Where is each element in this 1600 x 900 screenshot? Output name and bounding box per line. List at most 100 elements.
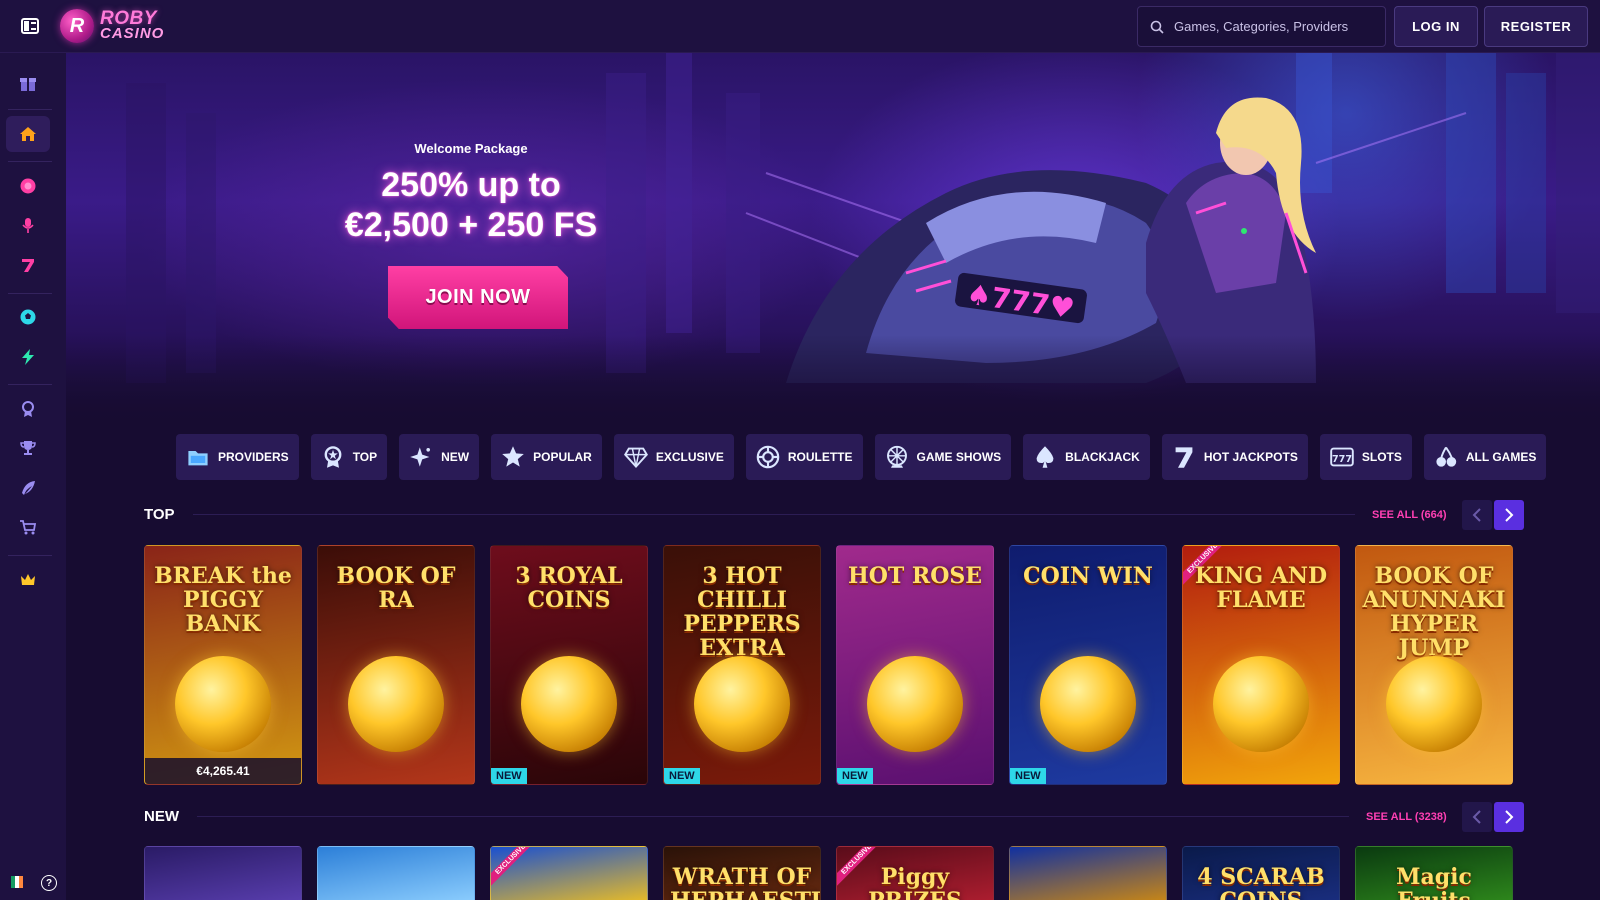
category-top[interactable]: TOP (310, 434, 388, 480)
sidebar-item-game-shows[interactable] (6, 207, 50, 243)
new-badge: NEW (1010, 768, 1046, 784)
game-tile[interactable]: COIN WIN NEW (1009, 545, 1167, 785)
sidebar-item-live-casino[interactable] (6, 168, 50, 204)
sidebar: ? (0, 53, 66, 900)
category-label: SLOTS (1361, 450, 1402, 464)
game-title: 4 SCARAB COINS (1197, 864, 1325, 900)
crown-icon (21, 574, 35, 585)
category-label: PROVIDERS (218, 450, 289, 464)
category-game-shows[interactable]: GAME SHOWS (874, 434, 1012, 480)
new-next-button[interactable] (1494, 802, 1524, 832)
game-tile[interactable]: 3 ROYAL COINS NEW (490, 545, 648, 785)
category-all-games[interactable]: ALL GAMES (1423, 434, 1547, 480)
hero-title: 250% up to €2,500 + 250 FS (326, 165, 616, 245)
casino-chip-icon (20, 178, 36, 194)
game-title: Piggy PRIZES Wand of (868, 864, 962, 900)
logo-line2: CASINO (100, 25, 165, 42)
top-next-button[interactable] (1494, 500, 1524, 530)
hero-kicker: Welcome Package (414, 141, 528, 156)
category-blackjack[interactable]: BLACKJACK (1023, 434, 1150, 480)
top-prev-button[interactable] (1462, 500, 1492, 530)
hero-banner: ♠777♥ Welcome Package 250% up to €2,500 … (66, 53, 1600, 425)
hero-title-line2: €2,500 + 250 FS (344, 206, 598, 244)
sidebar-item-virtual[interactable] (6, 339, 50, 375)
award-icon (22, 401, 34, 417)
language-flag-icon[interactable] (11, 876, 23, 888)
feather-icon (22, 481, 35, 495)
game-tile[interactable]: EXCLUSIVE KING AND FLAME (1182, 545, 1340, 785)
category-label: GAME SHOWS (916, 450, 1002, 464)
game-tile[interactable]: BOOK OF ANUNNAKI HYPER JUMP (1355, 545, 1513, 785)
login-button[interactable]: LOG IN (1394, 6, 1478, 47)
see-all-top-link[interactable]: SEE ALL (664) (1372, 509, 1447, 521)
sidebar-item-shop[interactable] (6, 509, 50, 545)
hero-text: Welcome Package 250% up to €2,500 + 250 … (326, 141, 616, 245)
category-roulette[interactable]: ROULETTE (745, 434, 863, 480)
see-all-new-link[interactable]: SEE ALL (3238) (1366, 811, 1447, 823)
sidebar-item-vip[interactable] (6, 562, 50, 598)
category-label: ROULETTE (787, 450, 853, 464)
category-label: ALL GAMES (1465, 450, 1537, 464)
game-tile[interactable]: HOT ROSE NEW (836, 545, 994, 785)
sparkle-icon (410, 447, 431, 467)
category-popular[interactable]: POPULAR (491, 434, 602, 480)
sidebar-item-home[interactable] (6, 116, 50, 152)
game-title: 3 ROYAL COINS (515, 563, 623, 613)
game-tile[interactable] (144, 846, 302, 900)
register-button[interactable]: REGISTER (1484, 6, 1588, 47)
game-tile[interactable]: EXCLUSIVEPiggy PRIZES Wand of (836, 846, 994, 900)
search-input[interactable] (1174, 19, 1374, 34)
category-providers[interactable]: PROVIDERS (176, 434, 299, 480)
sidebar-item-tournaments[interactable] (6, 430, 50, 466)
trophy-icon (20, 441, 36, 455)
search-box[interactable] (1137, 6, 1386, 47)
cherries-icon (1436, 446, 1457, 467)
sidebar-item-loyalty[interactable] (6, 391, 50, 427)
game-tile[interactable]: BREAK the PIGGY BANK €4,265.41 (144, 545, 302, 785)
game-tile[interactable] (317, 846, 475, 900)
logo-badge: R (60, 9, 94, 43)
sidebar-toggle-button[interactable] (0, 0, 60, 53)
join-now-button[interactable]: JOIN NOW (388, 266, 568, 329)
game-art (1213, 656, 1309, 752)
game-tile[interactable]: EXCLUSIVE (490, 846, 648, 900)
sidebar-divider (8, 109, 52, 110)
sidebar-divider (8, 293, 52, 294)
new-prev-button[interactable] (1462, 802, 1492, 832)
sidebar-item-blog[interactable] (6, 470, 50, 506)
game-title: Magic Fruits (1396, 864, 1472, 900)
star-icon (502, 446, 524, 467)
section-divider (197, 816, 1349, 817)
help-icon[interactable]: ? (41, 875, 57, 891)
game-tile[interactable]: Magic Fruits (1355, 846, 1513, 900)
chevron-right-icon (1505, 508, 1514, 522)
game-tile[interactable]: 3 HOT CHILLI PEPPERS EXTRA NEW (663, 545, 821, 785)
soccer-ball-icon (20, 309, 36, 325)
sidebar-item-promotions[interactable] (6, 65, 50, 101)
sidebar-toggle-icon (21, 18, 39, 34)
cart-icon (20, 520, 37, 535)
category-slots[interactable]: 777 SLOTS (1319, 434, 1412, 480)
logo-text: ROBY CASINO (100, 9, 165, 42)
game-tile[interactable] (1009, 846, 1167, 900)
new-badge: NEW (491, 768, 527, 784)
roulette-icon (756, 445, 780, 469)
logo[interactable]: R ROBY CASINO (60, 9, 164, 43)
sidebar-item-sports[interactable] (6, 299, 50, 335)
game-title: BREAK the PIGGY BANK (154, 563, 292, 637)
hero-title-line1: 250% up to (381, 166, 561, 204)
game-tile[interactable]: BOOK OF RA (317, 545, 475, 785)
chevron-left-icon (1472, 508, 1481, 522)
section-divider (193, 514, 1355, 515)
category-new[interactable]: NEW (399, 434, 480, 480)
lightning-icon (22, 349, 34, 365)
section-title-top: TOP (144, 506, 175, 523)
diamond-icon (623, 447, 648, 469)
category-exclusive[interactable]: EXCLUSIVE (613, 434, 734, 480)
microphone-icon (22, 218, 34, 233)
game-tile[interactable]: 4 SCARAB COINS (1182, 846, 1340, 900)
category-label: NEW (441, 450, 470, 464)
game-tile[interactable]: WRATH OF HEPHAESTUS (663, 846, 821, 900)
category-hot-jackpots[interactable]: HOT JACKPOTS (1161, 434, 1308, 480)
sidebar-item-slots[interactable] (6, 247, 50, 283)
